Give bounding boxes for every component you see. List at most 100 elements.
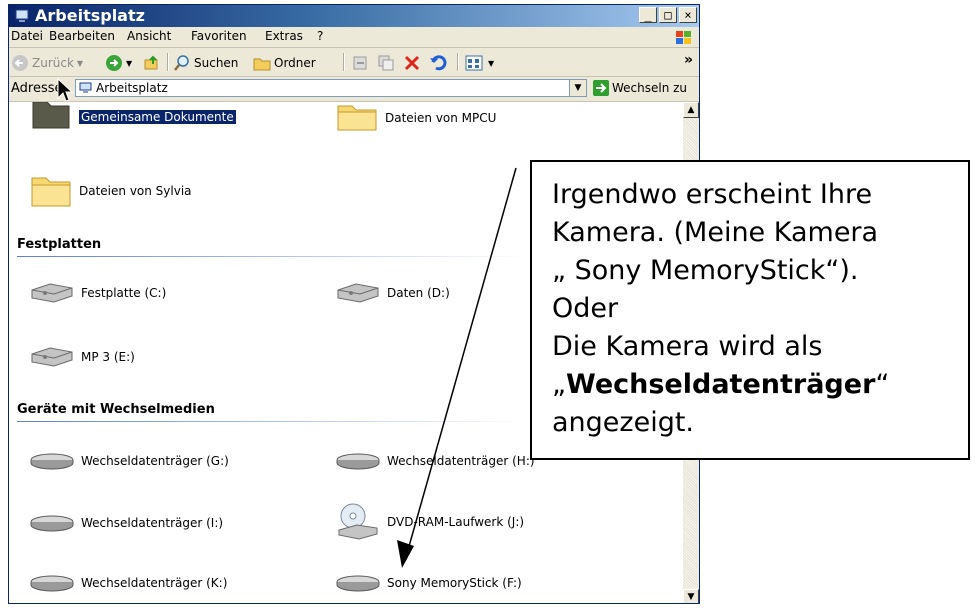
search-label: Suchen — [194, 56, 239, 70]
drive-c[interactable]: Festplatte (C:) — [29, 280, 166, 306]
drive-d[interactable]: Daten (D:) — [335, 280, 450, 306]
search-icon — [174, 55, 189, 71]
removable-drive-icon — [30, 575, 74, 592]
menu-ansicht[interactable]: Ansicht — [127, 29, 171, 43]
item-label: Sony MemoryStick (F:) — [387, 576, 522, 590]
maximize-button[interactable]: □ — [659, 7, 677, 23]
undo-icon — [430, 55, 447, 71]
removable-drive-icon — [336, 453, 380, 470]
chevron-down-icon: ▼ — [488, 58, 495, 68]
copy-to-button[interactable] — [377, 54, 395, 72]
address-input[interactable]: Arbeitsplatz ▼ — [75, 79, 587, 97]
menu-help[interactable]: ? — [317, 29, 323, 43]
drive-h[interactable]: Wechseldatenträger (H:) — [335, 450, 535, 472]
menu-favoriten[interactable]: Favoriten — [191, 29, 247, 43]
minimize-button[interactable]: _ — [639, 7, 657, 23]
drive-f-sony-memorystick[interactable]: Sony MemoryStick (F:) — [335, 572, 522, 594]
move-to-button[interactable] — [351, 54, 369, 72]
hard-drive-icon — [31, 283, 73, 303]
address-value: Arbeitsplatz — [96, 81, 168, 95]
scroll-down-button[interactable]: ▼ — [683, 589, 699, 603]
removable-drive-icon — [336, 575, 380, 592]
quote-close: “ — [875, 369, 890, 400]
up-folder-button[interactable] — [143, 54, 161, 72]
window-title: Arbeitsplatz — [35, 6, 145, 25]
title-bar[interactable]: Arbeitsplatz _ □ × — [9, 5, 699, 27]
back-button[interactable]: Zurück ▼ — [11, 54, 83, 72]
forward-arrow-icon — [106, 55, 122, 71]
item-label: Gemeinsame Dokumente — [79, 110, 236, 124]
address-label: Adresse — [11, 81, 63, 96]
folders-icon — [253, 58, 271, 71]
chevron-down-icon: ▼ — [76, 58, 84, 68]
scroll-up-button[interactable]: ▲ — [683, 102, 699, 118]
menu-datei[interactable]: Datei — [11, 29, 43, 43]
callout-line: Irgendwo erscheint Ihre — [552, 179, 873, 210]
group-heading-festplatten: Festplatten — [17, 237, 102, 252]
quote-open: „ — [552, 369, 566, 400]
toolbar-overflow-button[interactable]: » — [684, 52, 693, 68]
delete-button[interactable] — [403, 54, 421, 72]
dvd-drive-icon — [338, 503, 378, 540]
drive-g[interactable]: Wechseldatenträger (G:) — [29, 450, 229, 472]
menu-bearbeiten[interactable]: Bearbeiten — [49, 29, 115, 43]
go-label: Wechseln zu — [612, 81, 688, 95]
menu-bar: Datei Bearbeiten Ansicht Favoriten Extra… — [9, 27, 699, 48]
emphasis-text: Wechseldatenträger — [566, 369, 876, 400]
back-label: Zurück — [32, 56, 74, 70]
search-button[interactable]: Suchen — [173, 54, 238, 72]
back-arrow-icon — [12, 55, 28, 71]
hard-drive-icon — [31, 347, 73, 367]
group-heading-wechselmedien: Geräte mit Wechselmedien — [17, 402, 215, 417]
chevron-down-icon: ▼ — [126, 58, 133, 68]
drive-i[interactable]: Wechseldatenträger (I:) — [29, 512, 223, 534]
windows-logo-icon — [676, 31, 691, 44]
callout-line: Kamera. (Meine Kamera — [552, 217, 879, 248]
hard-drive-icon — [337, 283, 379, 303]
drive-e[interactable]: MP 3 (E:) — [29, 344, 135, 370]
go-arrow-icon — [593, 80, 609, 96]
toolbar: Zurück ▼ ▼ Suchen Ordner ▼ » — [9, 48, 699, 77]
address-dropdown-button[interactable]: ▼ — [569, 80, 586, 96]
folder-gemeinsame-dokumente[interactable]: Gemeinsame Dokumente — [29, 102, 236, 130]
forward-button[interactable]: ▼ — [105, 54, 132, 72]
close-button[interactable]: × — [679, 7, 697, 23]
item-label: Wechseldatenträger (I:) — [81, 516, 224, 530]
item-label: Festplatte (C:) — [81, 286, 167, 300]
removable-drive-icon — [30, 515, 74, 532]
instruction-callout: Irgendwo erscheint Ihre Kamera. (Meine K… — [530, 160, 970, 460]
callout-line: Die Kamera wird als — [552, 331, 823, 362]
folder-dateien-von-mpcu[interactable]: Dateien von MPCU — [335, 104, 496, 132]
address-bar: Adresse Arbeitsplatz ▼ Wechseln zu — [9, 77, 699, 102]
callout-line: angezeigt. — [552, 407, 695, 438]
callout-line: Oder — [552, 293, 619, 324]
menu-extras[interactable]: Extras — [265, 29, 303, 43]
item-label: Dateien von MPCU — [385, 111, 497, 125]
go-button[interactable]: Wechseln zu — [593, 80, 687, 96]
item-label: Wechseldatenträger (G:) — [81, 454, 229, 468]
callout-line-emphasis: „Wechseldatenträger“ — [552, 366, 968, 404]
folders-button[interactable]: Ordner — [253, 54, 316, 72]
up-folder-icon — [144, 55, 158, 70]
views-icon — [465, 55, 483, 71]
computer-icon — [15, 9, 29, 22]
folder-icon — [337, 105, 377, 131]
move-to-icon — [353, 56, 367, 70]
views-button[interactable]: ▼ — [465, 54, 494, 72]
mouse-cursor-icon — [57, 78, 74, 102]
drive-k[interactable]: Wechseldatenträger (K:) — [29, 572, 227, 594]
item-label: DVD-RAM-Laufwerk (J:) — [387, 515, 525, 529]
copy-to-icon — [378, 55, 394, 71]
folders-label: Ordner — [274, 56, 316, 70]
drive-j[interactable]: DVD-RAM-Laufwerk (J:) — [335, 502, 524, 542]
item-label: Daten (D:) — [387, 286, 450, 300]
item-label: Wechseldatenträger (K:) — [81, 576, 228, 590]
folder-dateien-von-sylvia[interactable]: Dateien von Sylvia — [29, 172, 192, 210]
delete-icon — [404, 55, 420, 71]
item-label: MP 3 (E:) — [81, 350, 135, 364]
computer-icon — [79, 82, 92, 93]
folder-icon — [31, 177, 71, 207]
shared-folder-icon — [32, 102, 70, 129]
undo-button[interactable] — [429, 54, 447, 72]
item-label: Dateien von Sylvia — [79, 184, 192, 198]
